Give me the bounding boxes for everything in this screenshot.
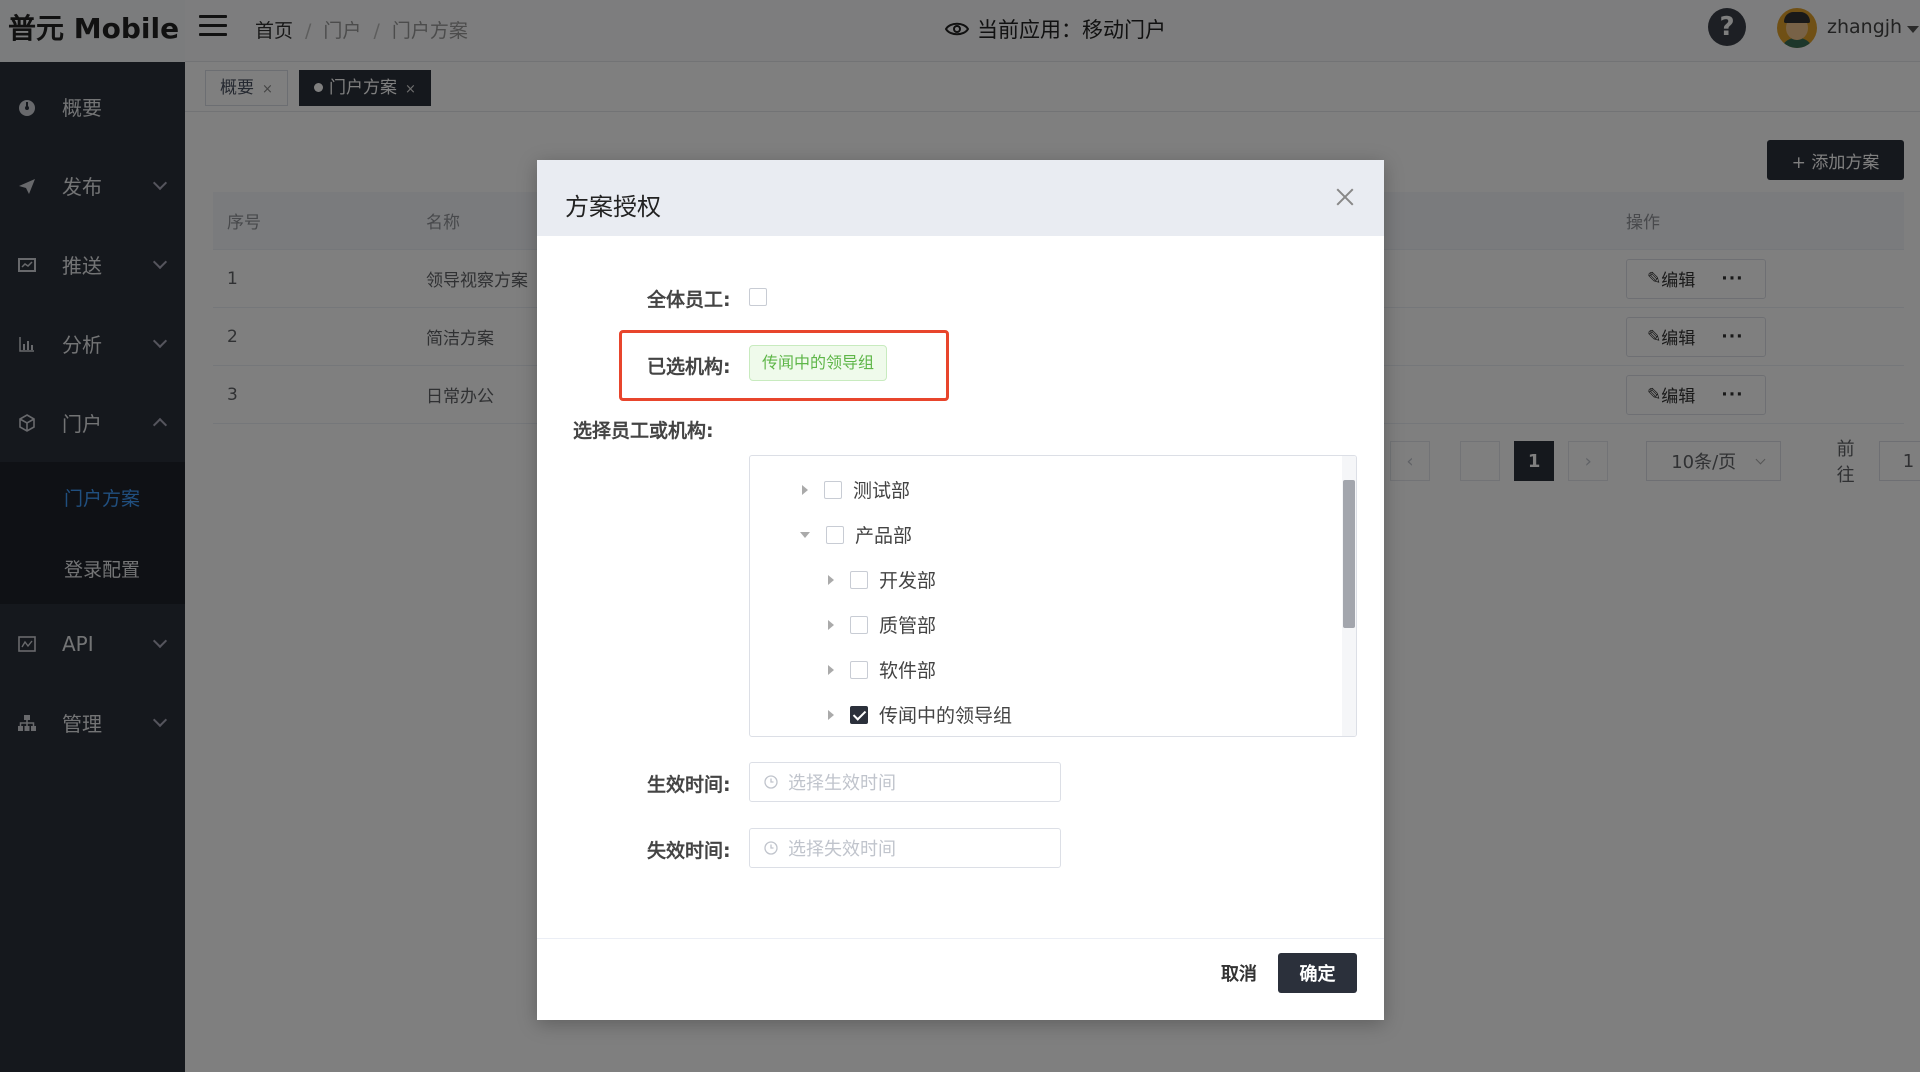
tree-node-label: 测试部 — [853, 480, 911, 502]
clock-icon — [764, 775, 778, 789]
tree-checkbox[interactable] — [850, 615, 868, 634]
tree-node-label: 产品部 — [855, 525, 913, 547]
select-staff-label: 选择员工或机构: — [573, 420, 714, 442]
scrollbar-thumb[interactable] — [1343, 480, 1355, 628]
tree-node-label: 传闻中的领导组 — [879, 705, 1013, 727]
tree-node[interactable]: 产品部 — [800, 521, 912, 548]
caret-down-icon[interactable] — [800, 531, 810, 538]
selected-org-label: 已选机构: — [647, 356, 731, 378]
expire-time-input[interactable]: 选择失效时间 — [749, 828, 1061, 868]
tree-node[interactable]: 开发部 — [828, 566, 936, 593]
tree-checkbox[interactable] — [850, 660, 868, 679]
tree-checkbox[interactable] — [824, 480, 842, 499]
effective-time-label: 生效时间: — [647, 774, 731, 796]
tree-node-label: 软件部 — [879, 660, 937, 682]
tree-checkbox[interactable] — [850, 570, 868, 589]
tree-node[interactable]: 质管部 — [828, 611, 936, 638]
caret-right-icon[interactable] — [828, 619, 834, 630]
caret-right-icon[interactable] — [828, 574, 834, 585]
clock-icon — [764, 841, 778, 855]
effective-time-input[interactable]: 选择生效时间 — [749, 762, 1061, 802]
dialog-title: 方案授权 — [565, 193, 661, 221]
tree-checkbox[interactable] — [826, 525, 844, 544]
tree-node-label: 开发部 — [879, 570, 937, 592]
tree-scrollbar[interactable] — [1342, 456, 1356, 736]
tree-node[interactable]: 软件部 — [828, 656, 936, 683]
authorize-dialog: 方案授权 全体员工: 已选机构: 传闻中的领导组 选择员工或机构: 测试部 产品… — [537, 160, 1384, 1020]
tree-node[interactable]: 传闻中的领导组 — [828, 701, 1012, 728]
all-staff-label: 全体员工: — [647, 289, 731, 311]
close-icon[interactable] — [1334, 186, 1356, 208]
selected-org-tag: 传闻中的领导组 — [749, 345, 888, 381]
caret-right-icon[interactable] — [828, 709, 834, 720]
org-tree: 测试部 产品部 开发部 质管部 软件部 传闻中的领导组 — [749, 455, 1357, 737]
expire-time-placeholder: 选择失效时间 — [788, 839, 896, 860]
all-staff-checkbox[interactable] — [749, 288, 767, 306]
dialog-header: 方案授权 — [537, 160, 1384, 236]
caret-right-icon[interactable] — [802, 484, 808, 495]
tree-node-label: 质管部 — [879, 615, 937, 637]
expire-time-label: 失效时间: — [647, 840, 731, 862]
dialog-footer-divider — [537, 938, 1384, 939]
tree-checkbox-checked[interactable] — [850, 705, 868, 724]
tree-node[interactable]: 测试部 — [802, 476, 910, 503]
confirm-button[interactable]: 确定 — [1278, 953, 1357, 993]
effective-time-placeholder: 选择生效时间 — [788, 773, 896, 794]
cancel-button[interactable]: 取消 — [1210, 953, 1268, 993]
caret-right-icon[interactable] — [828, 664, 834, 675]
